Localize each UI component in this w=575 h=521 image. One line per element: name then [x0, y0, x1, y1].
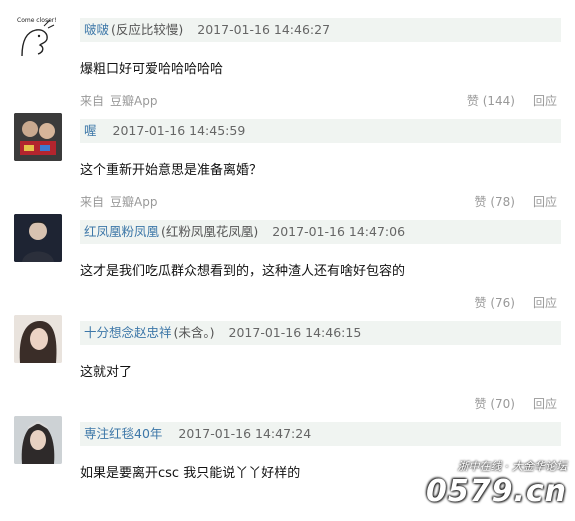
- comment-text: 这就对了: [80, 365, 133, 380]
- comment-item: 红凤凰粉凤凰 (红粉凤凰花凤凰) 2017-01-16 14:47:06 这才是我们…: [0, 214, 575, 315]
- username-link[interactable]: 红凤凰粉凤凰: [84, 224, 159, 239]
- reply-button[interactable]: 回应: [533, 94, 557, 108]
- avatar-caption: Come closer!: [17, 17, 57, 24]
- comment-item: 十分想念赵忠祥 (未含。) 2017-01-16 14:46:15 这就对了 赞 (…: [0, 315, 575, 416]
- timestamp: 2017-01-16 14:47:24: [178, 426, 312, 441]
- like-button[interactable]: 赞 (70): [475, 397, 515, 411]
- photo-avatar-icon: [14, 416, 62, 464]
- avatar[interactable]: [14, 416, 62, 464]
- comment-footer: 来自 豆瓣App 赞 (78) 回应: [80, 193, 561, 211]
- source-info: [80, 395, 86, 409]
- watermark-logo: 0579.cn: [425, 474, 567, 509]
- comment-header: 専注红毯40年 2017-01-16 14:47:24: [80, 422, 561, 446]
- timestamp: 2017-01-16 14:46:15: [228, 325, 362, 340]
- comment-actions: 赞 (76) 回应: [475, 294, 557, 311]
- avatar[interactable]: Come closer!: [14, 12, 62, 60]
- comment-item: Come closer! 啵啵 (反应比较慢) 2017-01-16 14:46:2…: [0, 12, 575, 113]
- reply-button[interactable]: 回应: [533, 397, 557, 411]
- like-button[interactable]: 赞 (144): [467, 94, 515, 108]
- user-note: (红粉凤凰花凤凰): [161, 224, 259, 239]
- username-link[interactable]: 専注红毯40年: [84, 426, 162, 441]
- source-info: 来自 豆瓣App: [80, 92, 157, 109]
- avatar[interactable]: [14, 214, 62, 262]
- reply-button[interactable]: 回应: [533, 296, 557, 310]
- comment-footer: 赞 (70) 回应: [80, 395, 561, 413]
- timestamp: 2017-01-16 14:46:27: [197, 22, 331, 37]
- photo-avatar-icon: [14, 214, 62, 262]
- comment-header: 红凤凰粉凤凰 (红粉凤凰花凤凰) 2017-01-16 14:47:06: [80, 220, 561, 244]
- source-app-link[interactable]: 豆瓣App: [110, 195, 157, 209]
- source-app-link[interactable]: 豆瓣App: [110, 94, 157, 108]
- avatar[interactable]: [14, 113, 62, 161]
- comment-text: 这个重新开始意思是准备离婚？: [80, 163, 263, 178]
- reply-button[interactable]: 回应: [533, 195, 557, 209]
- like-button[interactable]: 赞 (78): [475, 195, 515, 209]
- photo-avatar-icon: [14, 113, 62, 161]
- user-note: (反应比较慢): [111, 22, 184, 37]
- comment-footer: 来自 豆瓣App 赞 (144) 回应: [80, 92, 561, 110]
- comment-item: 喔 2017-01-16 14:45:59 这个重新开始意思是准备离婚？ 来自 豆瓣…: [0, 113, 575, 214]
- comment-text: 爆粗口好可爱哈哈哈哈哈: [80, 62, 224, 77]
- comment-footer: 赞 (76) 回应: [80, 294, 561, 312]
- timestamp: 2017-01-16 14:47:06: [272, 224, 406, 239]
- username-link[interactable]: 喔: [84, 123, 97, 138]
- user-note: (未含。): [173, 325, 215, 340]
- source-prefix: 来自: [80, 195, 105, 209]
- comment-text: 这才是我们吃瓜群众想看到的，这种渣人还有啥好包容的: [80, 264, 406, 279]
- source-info: [80, 294, 86, 308]
- username-link[interactable]: 啵啵: [84, 22, 109, 37]
- username-link[interactable]: 十分想念赵忠祥: [84, 325, 172, 340]
- photo-avatar-icon: [14, 315, 62, 363]
- comment-actions: 赞 (70) 回应: [475, 395, 557, 412]
- like-button[interactable]: 赞 (76): [475, 296, 515, 310]
- comment-header: 啵啵 (反应比较慢) 2017-01-16 14:46:27: [80, 18, 561, 42]
- timestamp: 2017-01-16 14:45:59: [112, 123, 246, 138]
- site-watermark: 浙中在线 · 大金华论坛 0579.cn: [426, 458, 567, 509]
- comment-text: 如果是要离开csc 我只能说丫丫好样的: [80, 466, 301, 481]
- source-prefix: 来自: [80, 94, 105, 108]
- avatar[interactable]: [14, 315, 62, 363]
- source-info: 来自 豆瓣App: [80, 193, 157, 210]
- comment-header: 十分想念赵忠祥 (未含。) 2017-01-16 14:46:15: [80, 321, 561, 345]
- comment-actions: 赞 (78) 回应: [475, 193, 557, 210]
- sketch-avatar-icon: Come closer!: [17, 17, 57, 57]
- comment-actions: 赞 (144) 回应: [467, 92, 557, 109]
- watermark-subtitle: 浙中在线 · 大金华论坛: [457, 460, 568, 473]
- comment-header: 喔 2017-01-16 14:45:59: [80, 119, 561, 143]
